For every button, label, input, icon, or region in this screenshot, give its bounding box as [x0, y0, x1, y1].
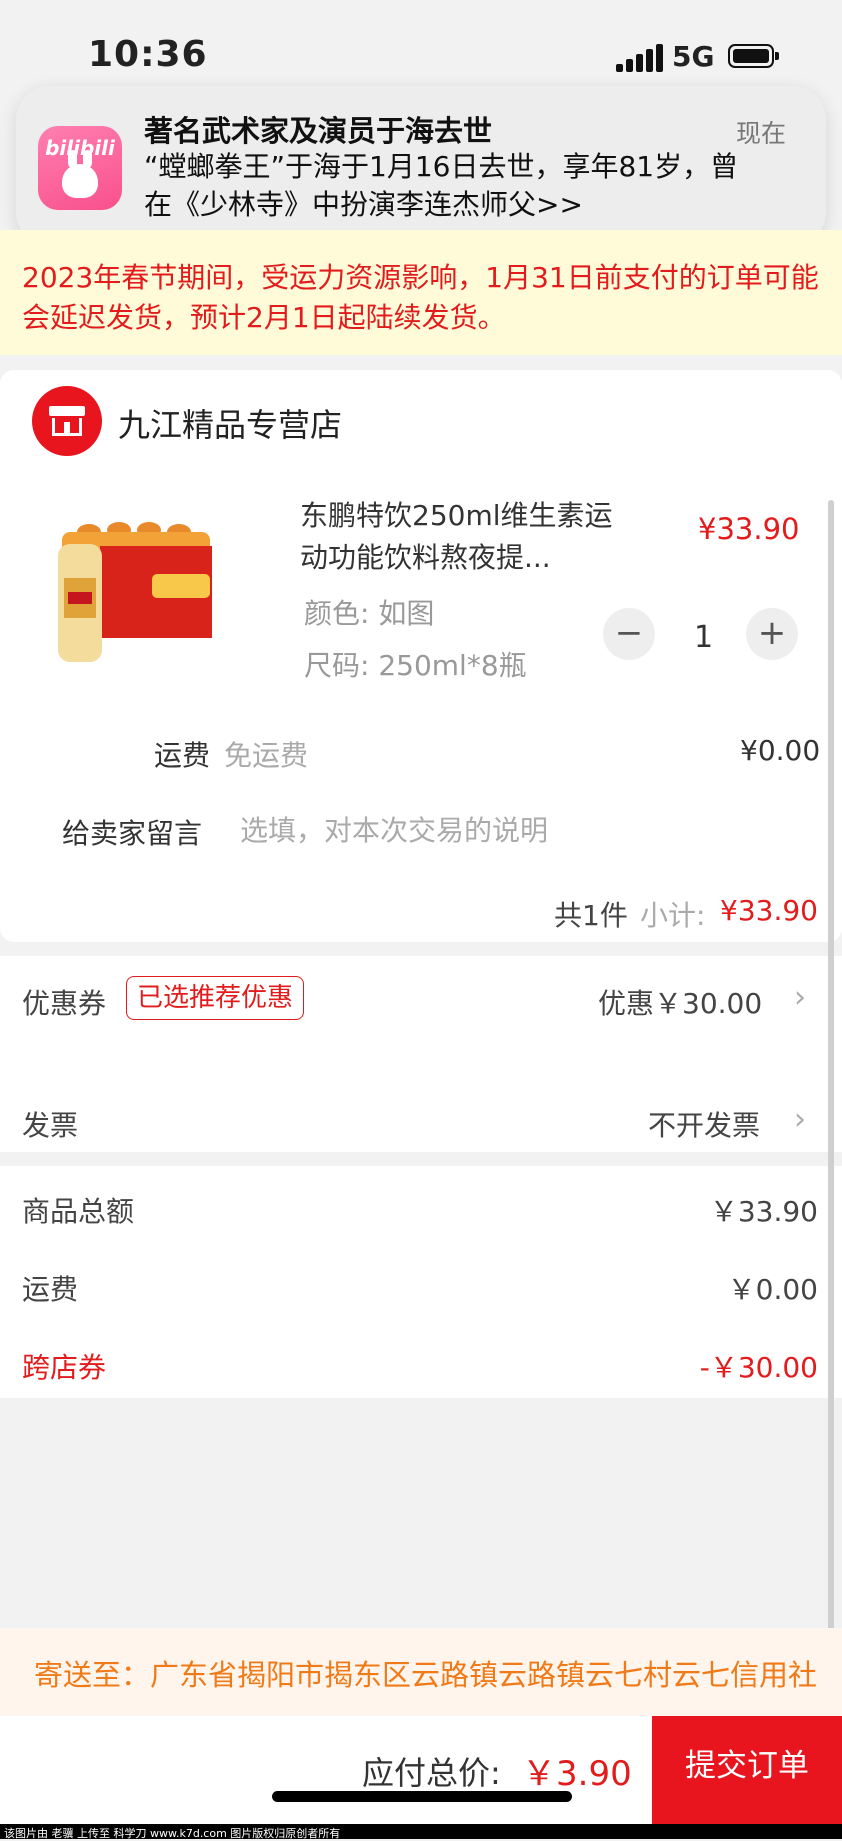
subtotal-label: 小计: [640, 899, 706, 932]
invoice-label: 发票 [22, 1109, 79, 1142]
goods-total-value: ￥33.90 [709, 1195, 818, 1228]
invoice-row-value[interactable]: 不开发票 [648, 1104, 760, 1144]
delivery-address: 寄送至：广东省揭阳市揭东区云路镇云路镇云七村云七信用社 [34, 1658, 818, 1692]
decrease-quantity-button[interactable]: − [603, 608, 655, 660]
shipping-price: ¥0.00 [740, 734, 821, 767]
product-price: ¥33.90 [698, 512, 800, 546]
coupon-row-value[interactable]: 优惠￥30.00 [598, 982, 762, 1022]
coupon-label: 优惠券 [22, 987, 107, 1020]
signal-icon [616, 44, 674, 72]
chevron-right-icon[interactable]: › [794, 980, 806, 1015]
battery-icon [728, 44, 779, 68]
coupon-badge: 已选推荐优惠 [126, 976, 305, 1020]
item-count: 共1件 [554, 899, 628, 932]
increase-quantity-button[interactable]: + [746, 608, 798, 660]
payable-total-value: ￥3.90 [522, 1754, 632, 1794]
store-name[interactable]: 九江精品专营店 [118, 400, 342, 446]
payable-total-label: 应付总价: [362, 1754, 501, 1792]
goods-total-label: 商品总额 [22, 1195, 135, 1228]
totals-shipping-value: ￥0.00 [727, 1273, 818, 1306]
chevron-right-icon[interactable]: › [794, 1102, 806, 1137]
store-icon [32, 386, 102, 456]
home-indicator[interactable] [272, 1791, 572, 1802]
notification-body: “螳螂拳王”于海于1月16日去世，享年81岁，曾在《少林寺》中扮演李连杰师父>> [144, 150, 739, 221]
subtotal-value: ¥33.90 [720, 894, 818, 927]
seller-message-input[interactable] [240, 808, 800, 852]
scrollbar[interactable] [828, 500, 834, 1650]
notification-title: 著名武术家及演员于海去世 [144, 114, 493, 148]
shipping-label: 运费 [154, 739, 211, 772]
cross-store-coupon-label: 跨店券 [22, 1351, 107, 1384]
seller-message-label: 给卖家留言 [62, 817, 203, 850]
cross-store-coupon-value: -￥30.00 [699, 1351, 818, 1384]
notification-time: 现在 [736, 119, 787, 148]
network-label: 5G [672, 40, 715, 73]
shipping-notice-text: 2023年春节期间，受运力资源影响，1月31日前支付的订单可能会延迟发货，预计2… [22, 261, 819, 334]
product-image[interactable] [44, 522, 214, 682]
bilibili-app-icon: bilibili [38, 126, 122, 210]
product-size-spec: 尺码: 250ml*8瓶 [304, 649, 527, 682]
product-title[interactable]: 东鹏特饮250ml维生素运动功能饮料熬夜提... [300, 495, 620, 579]
quantity-value: 1 [694, 620, 714, 655]
totals-shipping-label: 运费 [22, 1273, 79, 1306]
submit-order-button[interactable]: 提交订单 [652, 1716, 842, 1824]
product-color-spec: 颜色: 如图 [304, 597, 435, 630]
shipping-value: 免运费 [224, 739, 309, 772]
status-time: 10:36 [88, 34, 208, 75]
